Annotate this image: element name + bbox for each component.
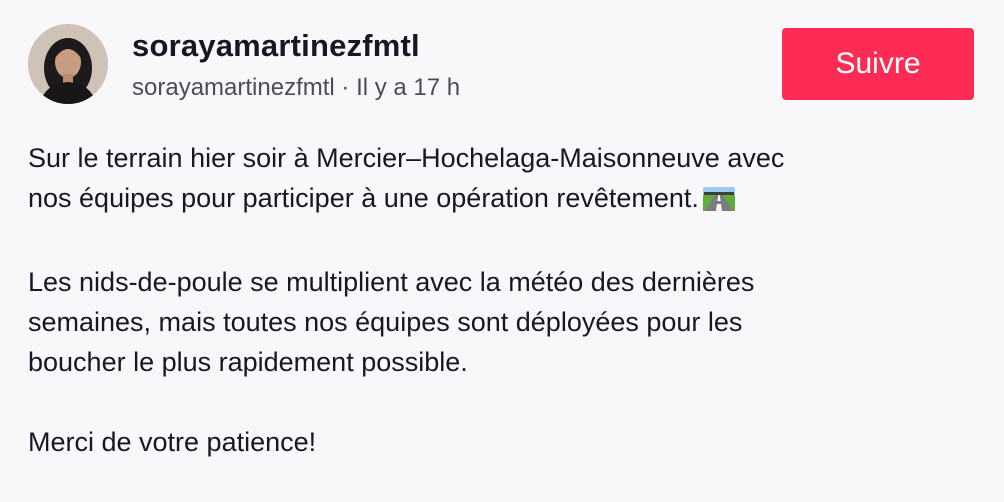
meta-separator: · [341, 74, 350, 101]
caption-paragraph: Sur le terrain hier soir à Mercier–Hoche… [28, 138, 978, 222]
caption-line: nos équipes pour participer à une opérat… [28, 183, 699, 213]
post-caption: Sur le terrain hier soir à Mercier–Hoche… [28, 138, 978, 462]
post-header: sorayamartinezfmtl sorayamartinezfmtl · … [28, 24, 974, 106]
avatar[interactable] [28, 24, 108, 104]
caption-paragraph: Merci de votre patience! [28, 427, 317, 457]
user-handle[interactable]: sorayamartinezfmtl [132, 74, 335, 101]
follow-button[interactable]: Suivre [782, 28, 974, 100]
timestamp: Il y a 17 h [356, 74, 461, 101]
motorway-emoji-icon [702, 182, 735, 222]
post-meta: sorayamartinezfmtl · Il y a 17 h [132, 74, 460, 102]
caption-paragraph: Les nids-de-poule se multiplient avec la… [28, 267, 755, 377]
profile-photo-icon [28, 24, 108, 104]
username[interactable]: sorayamartinezfmtl [132, 28, 420, 64]
caption-line: Sur le terrain hier soir à Mercier–Hoche… [28, 143, 785, 173]
